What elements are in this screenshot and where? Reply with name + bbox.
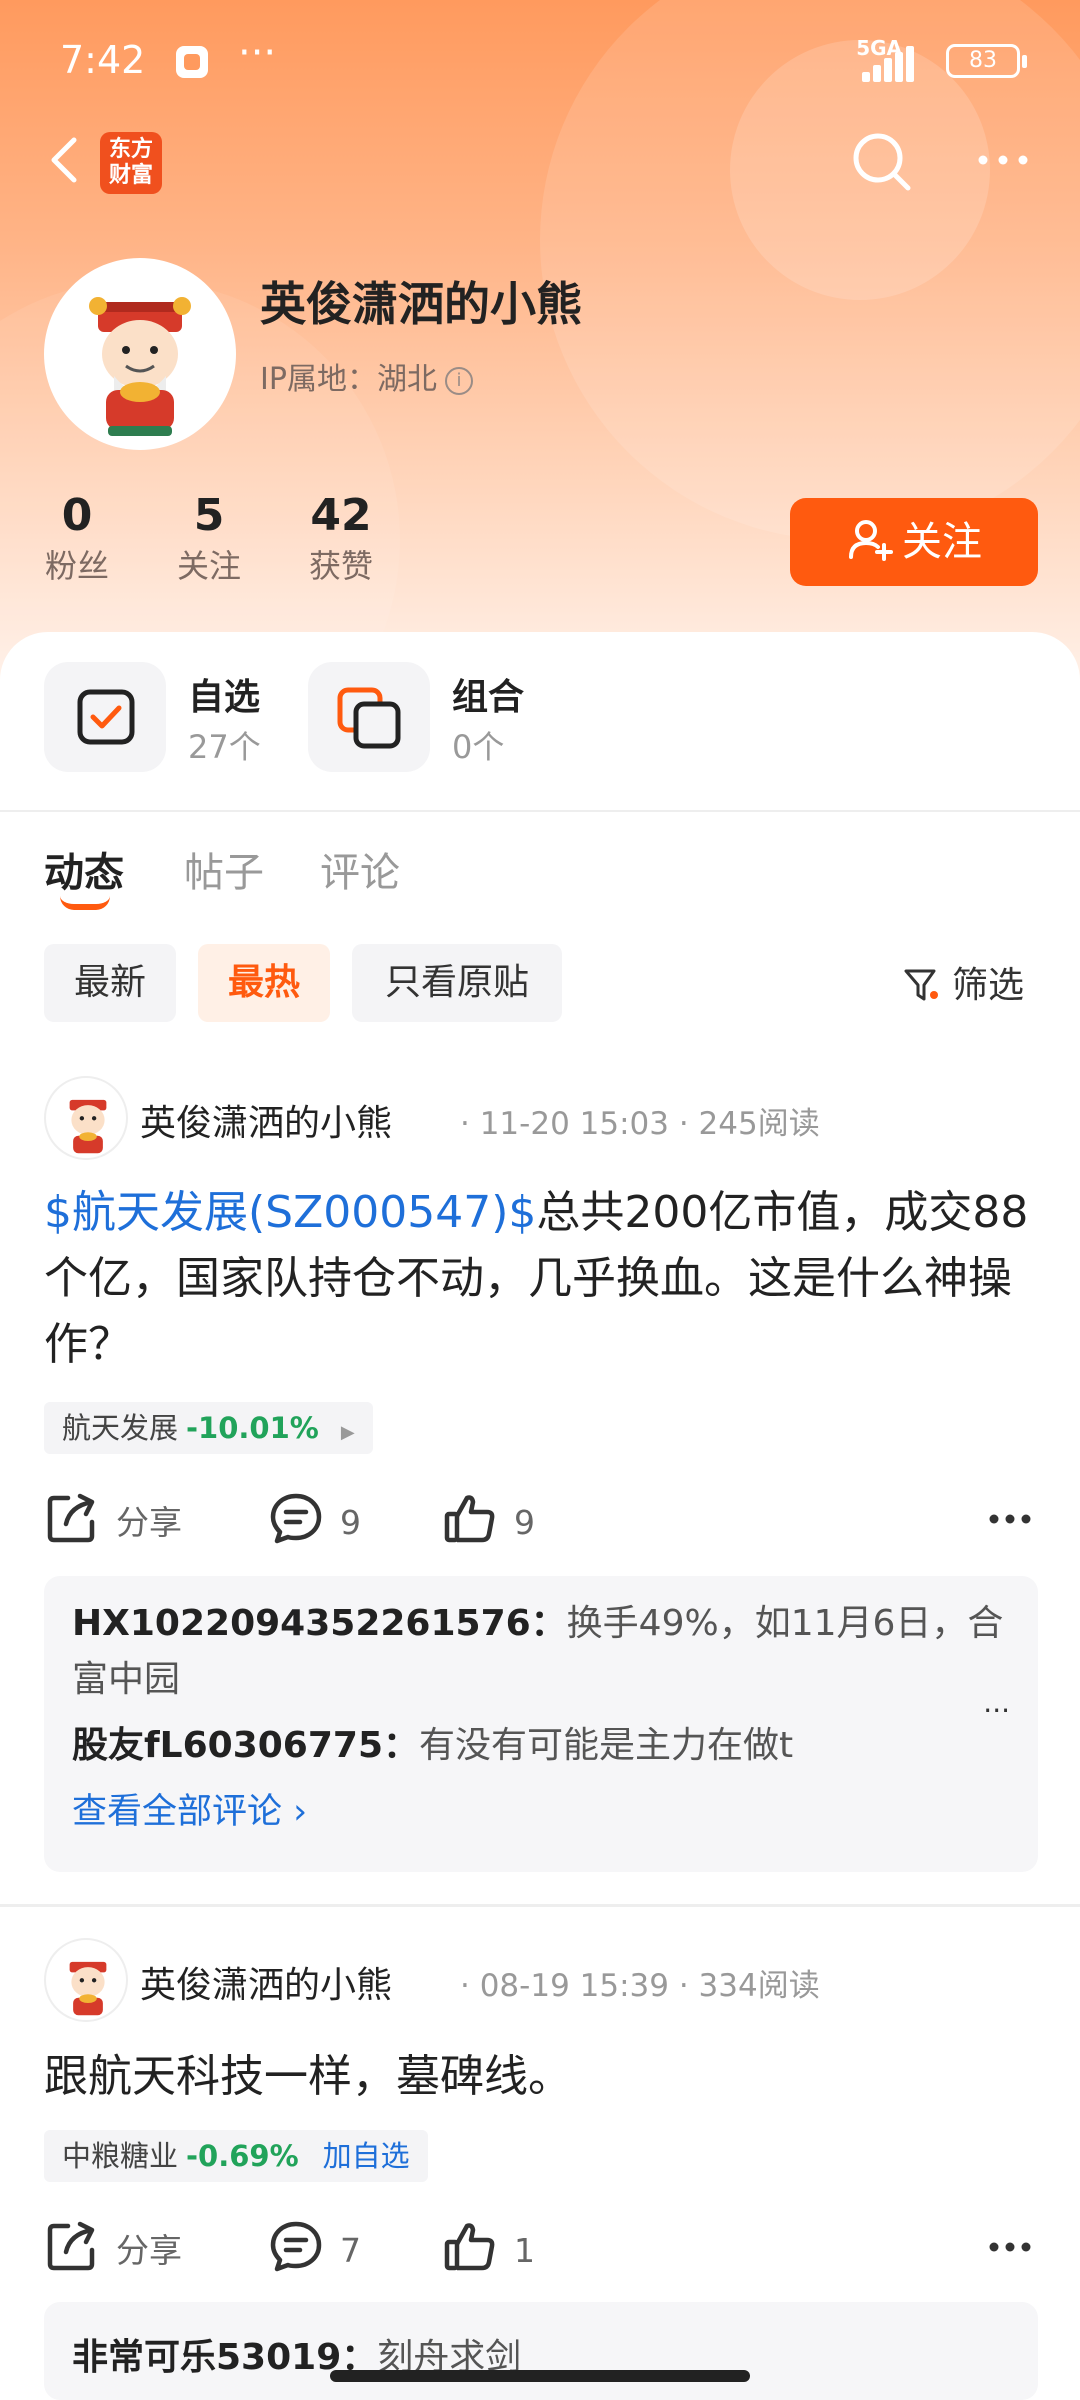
chip-latest[interactable]: 最新: [44, 944, 176, 1022]
thumbs-up-icon: [444, 1495, 495, 1543]
chip-hottest[interactable]: 最热: [198, 944, 330, 1022]
post-header[interactable]: 英俊潇洒的小熊 · 08-19 15:39 · 334阅读: [44, 1938, 1044, 2022]
status-bar: 7:42 ··· 5GA 83: [60, 30, 1027, 90]
share-button[interactable]: 分享: [44, 2218, 182, 2274]
comment-button[interactable]: 9: [268, 1490, 361, 1546]
filter-icon: [904, 969, 938, 1001]
post-more-icon[interactable]: [988, 2238, 1032, 2252]
stat-following[interactable]: 5 关注: [172, 490, 246, 590]
stat-value: 5: [193, 490, 225, 541]
comment-button[interactable]: 7: [268, 2218, 361, 2274]
comment-more-icon[interactable]: ···: [983, 1694, 1010, 1727]
stock-tag[interactable]: 中粮糖业 -0.69% 加自选: [44, 2130, 428, 2182]
comment-item[interactable]: HX1022094352261576：换手49%，如11月6日，合富中园: [72, 1596, 1010, 1708]
filter-button[interactable]: 筛选: [902, 956, 1024, 1008]
stock-tag-change: -0.69%: [186, 2139, 299, 2173]
like-button[interactable]: 1: [442, 2218, 535, 2274]
filter-label: 筛选: [952, 965, 1025, 1006]
add-to-watchlist-link[interactable]: 加自选: [323, 2139, 410, 2173]
comment-item[interactable]: 股友fL60306775：有没有可能是主力在做t: [72, 1718, 1010, 1774]
share-label: 分享: [116, 1503, 182, 1542]
like-button[interactable]: 9: [442, 1490, 535, 1546]
post-content[interactable]: $航天发展(SZ000547)$总共200亿市值，成交88个亿，国家队持仓不动，…: [44, 1180, 1044, 1378]
post-meta: · 11-20 15:03 · 245阅读: [460, 1106, 820, 1142]
comment-preview-box[interactable]: HX1022094352261576：换手49%，如11月6日，合富中园 股友f…: [44, 1576, 1038, 1872]
portfolio-count: 0个: [452, 728, 505, 766]
app-logo: 东方财富: [100, 132, 162, 194]
comment-count: 7: [340, 2231, 361, 2270]
home-indicator[interactable]: [330, 2370, 750, 2382]
author-name[interactable]: 英俊潇洒的小熊: [140, 1956, 392, 2008]
comment-text: 有没有可能是主力在做t: [419, 1725, 794, 1766]
add-user-icon: [849, 520, 893, 561]
search-icon[interactable]: [850, 130, 914, 194]
stock-tag[interactable]: 航天发展 -10.01% ▶: [44, 1402, 373, 1454]
follow-label: 关注: [902, 519, 982, 565]
share-button[interactable]: 分享: [44, 1490, 182, 1546]
status-more-dots: ···: [238, 30, 277, 76]
post-meta: · 08-19 15:39 · 334阅读: [460, 1968, 820, 2004]
more-options-icon[interactable]: [975, 145, 1031, 175]
stat-label: 关注: [176, 547, 241, 585]
stat-likes[interactable]: 42 获赞: [304, 490, 378, 590]
comment-user[interactable]: 股友fL60306775：: [72, 1725, 419, 1766]
share-icon: [47, 2221, 95, 2271]
chip-original-only[interactable]: 只看原贴: [352, 944, 562, 1022]
comment-user[interactable]: HX1022094352261576：: [72, 1603, 567, 1644]
comment-icon: [270, 1493, 322, 1544]
stat-fans[interactable]: 0 粉丝: [40, 490, 114, 590]
comment-icon: [270, 2221, 322, 2272]
author-avatar[interactable]: [44, 1076, 128, 1160]
info-icon[interactable]: i: [444, 367, 473, 395]
share-label: 分享: [116, 2231, 182, 2270]
stat-value: 42: [310, 490, 372, 541]
divider: [0, 810, 1080, 812]
notification-app-icon: [176, 46, 208, 78]
status-time: 7:42: [60, 38, 146, 82]
tab-activity[interactable]: 动态: [44, 840, 124, 898]
ip-location: IP属地：湖北 i: [260, 354, 473, 398]
follow-button[interactable]: 关注: [790, 498, 1038, 586]
post-header[interactable]: 英俊潇洒的小熊 · 11-20 15:03 · 245阅读: [44, 1076, 1044, 1160]
signal-icon: [862, 46, 914, 82]
stat-label: 粉丝: [44, 547, 109, 585]
author-avatar[interactable]: [44, 1938, 128, 2022]
play-arrow-icon: ▶: [340, 1422, 355, 1443]
ip-location-text: IP属地：湖北: [260, 362, 437, 397]
watchlist-count: 27个: [188, 728, 261, 766]
stat-value: 0: [61, 490, 93, 541]
stat-label: 获赞: [308, 547, 373, 585]
battery-icon: 83: [946, 44, 1027, 78]
view-all-comments-link[interactable]: 查看全部评论 ›: [72, 1784, 1010, 1840]
watchlist-link[interactable]: 自选 27个: [44, 662, 294, 772]
active-tab-indicator: [60, 896, 110, 910]
profile-avatar[interactable]: [44, 258, 236, 450]
post-divider: [0, 1904, 1080, 1907]
profile-username: 英俊潇洒的小熊: [260, 277, 582, 331]
stock-tag-change: -10.01%: [186, 1411, 319, 1445]
watchlist-title: 自选: [188, 677, 261, 718]
like-count: 9: [514, 1503, 535, 1542]
thumbs-up-icon: [444, 2223, 495, 2271]
author-name[interactable]: 英俊潇洒的小熊: [140, 1094, 392, 1146]
share-icon: [47, 1493, 95, 1543]
comment-preview-box[interactable]: 非常可乐53019：刻舟求剑: [44, 2302, 1038, 2400]
tab-comments[interactable]: 评论: [320, 840, 400, 898]
portfolio-link[interactable]: 组合 0个: [308, 662, 558, 772]
stock-tag-name: 中粮糖业: [62, 2139, 179, 2173]
post-more-icon[interactable]: [988, 1510, 1032, 1524]
post-content[interactable]: 跟航天科技一样，墓碑线。: [44, 2044, 1044, 2110]
like-count: 1: [514, 2231, 535, 2270]
stock-tag-name: 航天发展: [62, 1411, 179, 1445]
stock-link[interactable]: $航天发展(SZ000547)$: [44, 1187, 536, 1238]
portfolio-icon: [308, 662, 430, 772]
watchlist-icon: [44, 662, 166, 772]
tab-posts[interactable]: 帖子: [184, 840, 264, 898]
back-arrow-icon[interactable]: [44, 130, 84, 190]
portfolio-title: 组合: [452, 677, 525, 718]
comment-count: 9: [340, 1503, 361, 1542]
